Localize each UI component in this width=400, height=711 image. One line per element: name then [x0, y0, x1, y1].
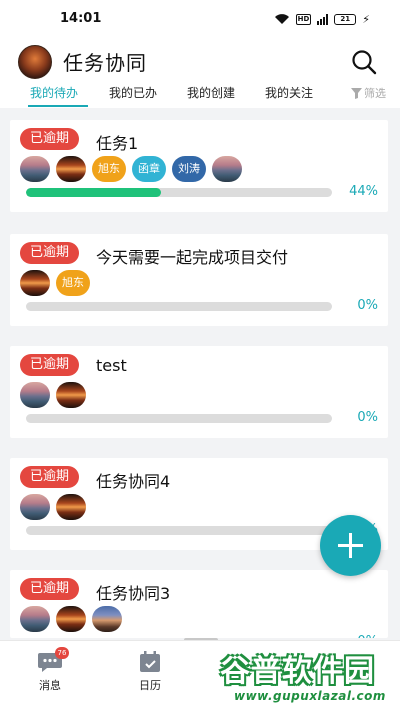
message-icon: 76 — [37, 647, 69, 673]
tab-my-followed[interactable]: 我的关注 — [265, 84, 313, 101]
hd-icon: HD — [295, 13, 312, 25]
member-list: 旭东 — [20, 270, 90, 296]
watermark-text: 谷普软件园 — [220, 654, 375, 689]
avatar — [20, 156, 50, 182]
member-chip: 旭东 — [92, 156, 126, 182]
battery-icon: 21 — [334, 13, 357, 25]
active-tab-indicator — [28, 105, 88, 107]
filter-label: 筛选 — [364, 87, 386, 100]
tab-my-done[interactable]: 我的已办 — [109, 84, 157, 101]
progress-percent: 44% — [349, 184, 378, 199]
task-title: test — [96, 356, 127, 375]
charging-icon: ⚡ — [362, 12, 370, 26]
avatar — [212, 156, 242, 182]
add-task-button[interactable] — [320, 515, 381, 576]
task-card[interactable]: 已逾期 test 0% — [10, 346, 388, 438]
avatar — [56, 494, 86, 520]
watermark: 谷普软件园 www.gupuxlazal.com — [220, 646, 400, 706]
task-card[interactable]: 已逾期 今天需要一起完成项目交付 旭东 0% — [10, 234, 388, 326]
tab-my-todo[interactable]: 我的待办 — [30, 84, 78, 101]
task-title: 任务协同3 — [96, 584, 171, 603]
member-chip: 函章 — [132, 156, 166, 182]
task-card[interactable]: 已逾期 任务1 旭东 函章 刘涛 44% — [10, 120, 388, 212]
avatar — [56, 156, 86, 182]
avatar — [92, 606, 122, 632]
avatar — [56, 382, 86, 408]
nav-label: 消息 — [39, 679, 61, 692]
member-chip: 旭东 — [56, 270, 90, 296]
task-card[interactable]: 已逾期 任务协同3 0% — [10, 570, 388, 638]
task-title: 任务协同4 — [96, 472, 171, 491]
member-list: 旭东 函章 刘涛 — [20, 156, 242, 182]
search-icon[interactable] — [350, 48, 378, 76]
overdue-badge: 已逾期 — [20, 242, 80, 264]
watermark-url: www.gupuxlazal.com — [234, 689, 386, 703]
member-list — [20, 606, 122, 632]
progress-bar — [26, 188, 332, 197]
unread-badge: 76 — [55, 647, 69, 659]
app-header: 任务协同 我的待办 我的已办 我的创建 我的关注 筛选 — [0, 38, 400, 108]
avatar — [20, 270, 50, 296]
avatar — [20, 606, 50, 632]
progress-fill — [26, 188, 161, 197]
status-bar: 14:01 HD 21 ⚡ — [0, 0, 400, 38]
avatar — [20, 494, 50, 520]
member-list — [20, 494, 86, 520]
avatar — [20, 382, 50, 408]
wifi-icon — [274, 14, 289, 24]
progress-percent: 0% — [357, 634, 378, 638]
filter-icon — [351, 87, 362, 99]
progress-percent: 0% — [357, 298, 378, 313]
user-avatar[interactable] — [18, 45, 52, 79]
task-title: 今天需要一起完成项目交付 — [96, 248, 289, 267]
overdue-badge: 已逾期 — [20, 354, 80, 376]
filter-button[interactable]: 筛选 — [351, 85, 386, 101]
nav-item-calendar[interactable]: 日历 — [110, 651, 190, 693]
page-title: 任务协同 — [63, 51, 147, 75]
calendar-icon — [137, 651, 163, 673]
tab-bar: 我的待办 我的已办 我的创建 我的关注 筛选 — [0, 84, 400, 108]
progress-percent: 0% — [357, 410, 378, 425]
overdue-badge: 已逾期 — [20, 578, 80, 600]
nav-item-messages[interactable]: 76 消息 — [10, 647, 90, 693]
signal-icon — [317, 13, 329, 25]
overdue-badge: 已逾期 — [20, 128, 80, 150]
progress-bar — [26, 526, 332, 535]
tab-my-created[interactable]: 我的创建 — [187, 84, 235, 101]
status-icons: HD 21 ⚡ — [274, 12, 370, 26]
status-time: 14:01 — [60, 11, 102, 26]
member-chip: 刘涛 — [172, 156, 206, 182]
avatar — [56, 606, 86, 632]
progress-bar — [26, 302, 332, 311]
progress-bar — [26, 414, 332, 423]
overdue-badge: 已逾期 — [20, 466, 80, 488]
nav-label: 日历 — [139, 679, 161, 692]
task-title: 任务1 — [96, 134, 139, 153]
member-list — [20, 382, 86, 408]
